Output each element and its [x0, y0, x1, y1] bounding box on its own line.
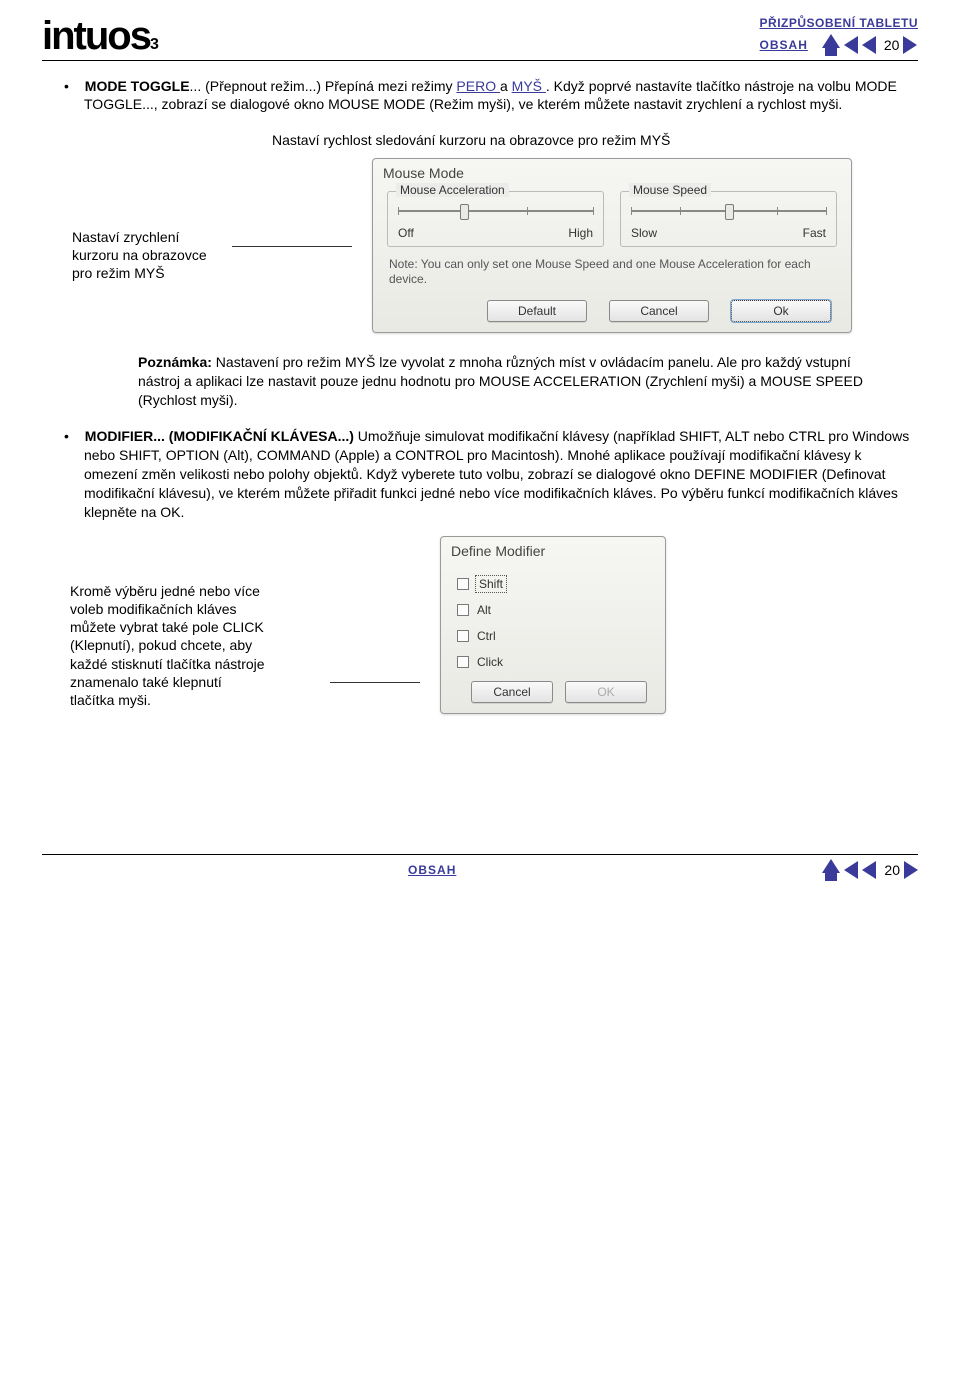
logo-text: intuos — [42, 14, 150, 58]
mode-toggle-paragraph: MODE TOGGLE... (Přepnout režim...) Přepí… — [84, 77, 918, 113]
mouse-speed-legend: Mouse Speed — [629, 183, 711, 197]
callout-left: Nastaví zrychlení kurzoru na obrazovce p… — [42, 158, 232, 283]
alt-label: Alt — [477, 603, 491, 617]
footer-nav: 20 — [822, 859, 918, 881]
footer-prev-icon[interactable] — [844, 861, 858, 879]
header-right: PŘIZPŮSOBENÍ TABLETU OBSAH 20 — [760, 14, 918, 56]
prev-icon[interactable] — [844, 36, 858, 54]
footer-page-number: 20 — [884, 862, 900, 878]
callout-rule — [232, 246, 352, 247]
callout-top: Nastaví rychlost sledování kurzoru na ob… — [272, 131, 918, 149]
home-icon[interactable] — [822, 34, 840, 56]
mouse-mode-note: Note: You can only set one Mouse Speed a… — [389, 257, 835, 288]
mouse-mode-row: Nastaví zrychlení kurzoru na obrazovce p… — [42, 158, 918, 333]
header-top-link[interactable]: PŘIZPŮSOBENÍ TABLETU — [760, 16, 918, 30]
default-button[interactable]: Default — [487, 300, 587, 322]
footer-home-icon[interactable] — [822, 859, 840, 881]
shift-label: Shift — [477, 577, 505, 591]
ctrl-checkbox[interactable] — [457, 630, 469, 642]
next-icon[interactable] — [903, 36, 917, 54]
alt-checkbox[interactable] — [457, 604, 469, 616]
footer-obsah-link[interactable]: OBSAH — [408, 863, 456, 877]
header-obsah-link[interactable]: OBSAH — [760, 38, 808, 52]
click-checkbox[interactable] — [457, 656, 469, 668]
mys-link[interactable]: MYŠ — [512, 78, 546, 94]
modifier-paragraph: MODIFIER... (MODIFIKAČNÍ KLÁVESA...) Umo… — [84, 427, 918, 521]
modifier-rule — [330, 682, 420, 683]
modifier-callout-text: Kromě výběru jedné nebo více voleb modif… — [64, 536, 324, 709]
modifier-cancel-button[interactable]: Cancel — [471, 681, 553, 703]
ok-button[interactable]: Ok — [731, 300, 831, 322]
modifier-row: Kromě výběru jedné nebo více voleb modif… — [64, 536, 918, 714]
logo: intuos3 — [42, 16, 157, 56]
modifier-label: MODIFIER... (MODIFIKAČNÍ KLÁVESA...) — [85, 428, 354, 444]
mode-toggle-label: MODE TOGGLE — [85, 78, 190, 94]
footer-prev2-icon[interactable] — [862, 861, 876, 879]
ctrl-row[interactable]: Ctrl — [453, 623, 653, 649]
accel-high-label: High — [568, 226, 593, 240]
mouse-speed-slider[interactable] — [631, 200, 826, 222]
shift-row[interactable]: Shift — [453, 571, 653, 597]
speed-slow-label: Slow — [631, 226, 657, 240]
page-header: intuos3 PŘIZPŮSOBENÍ TABLETU OBSAH 20 — [42, 14, 918, 61]
logo-sub: 3 — [150, 36, 157, 53]
prev2-icon[interactable] — [862, 36, 876, 54]
note-block: Poznámka: Nastavení pro režim MYŠ lze vy… — [138, 353, 890, 410]
nav-icons: 20 — [822, 34, 918, 56]
speed-fast-label: Fast — [803, 226, 826, 240]
page-footer: OBSAH 20 — [42, 854, 918, 881]
shift-checkbox[interactable] — [457, 578, 469, 590]
footer-next-icon[interactable] — [904, 861, 918, 879]
ctrl-label: Ctrl — [477, 629, 496, 643]
modifier-ok-button[interactable]: OK — [565, 681, 647, 703]
define-modifier-title: Define Modifier — [441, 537, 665, 565]
mouse-acceleration-slider[interactable] — [398, 200, 593, 222]
page-number: 20 — [884, 37, 900, 53]
pero-link[interactable]: PERO — [456, 78, 500, 94]
mouse-acceleration-group: Mouse Acceleration Off — [387, 191, 604, 247]
accel-off-label: Off — [398, 226, 414, 240]
define-modifier-dialog: Define Modifier Shift Alt Ctrl Click — [440, 536, 666, 714]
alt-row[interactable]: Alt — [453, 597, 653, 623]
mouse-mode-dialog: Mouse Mode Mouse Acceleration — [372, 158, 852, 333]
mouse-speed-group: Mouse Speed Slo — [620, 191, 837, 247]
cancel-button[interactable]: Cancel — [609, 300, 709, 322]
click-row[interactable]: Click — [453, 649, 653, 675]
mouse-acceleration-legend: Mouse Acceleration — [396, 183, 509, 197]
click-label: Click — [477, 655, 503, 669]
